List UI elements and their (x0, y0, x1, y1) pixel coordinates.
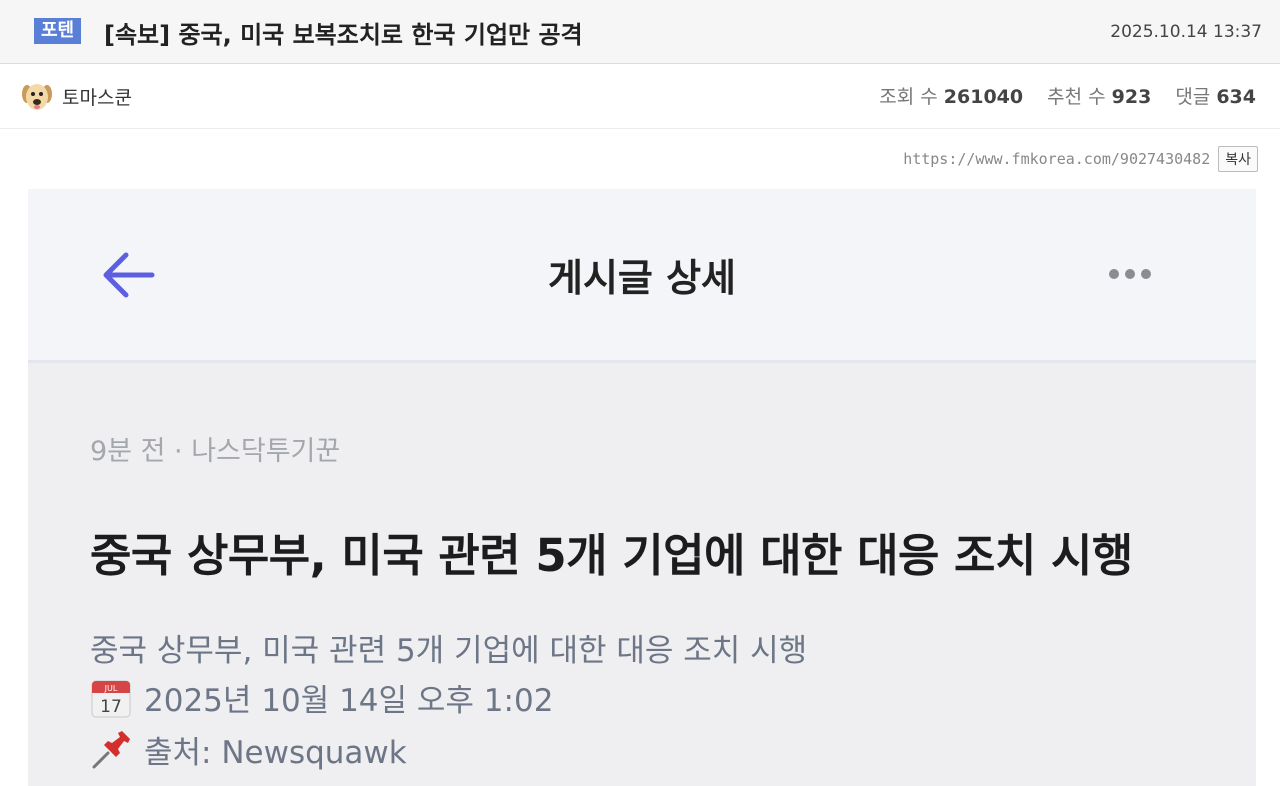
embedded-screenshot: 게시글 상세 9분 전 · 나스닥투기꾼 중국 상무부, 미국 관련 5개 기업… (28, 189, 1256, 786)
views-stat: 조회 수 261040 (879, 82, 1023, 109)
date-text: 2025년 10월 14일 오후 1:02 (144, 683, 554, 719)
calendar-icon: JUL 17 (91, 680, 131, 717)
views-label: 조회 수 (879, 86, 938, 108)
comments-label: 댓글 (1175, 86, 1211, 108)
more-dots-icon[interactable] (1108, 267, 1152, 281)
calendar-month: JUL (104, 684, 118, 693)
app-bar: 게시글 상세 (28, 189, 1256, 363)
post-title: [속보] 중국, 미국 보복조치로 한국 기업만 공격 (104, 21, 583, 49)
app-title: 게시글 상세 (547, 256, 737, 300)
post-url[interactable]: https://www.fmkorea.com/9027430482 (903, 150, 1210, 168)
recommend-label: 추천 수 (1047, 86, 1106, 108)
comments-stat: 댓글 634 (1175, 82, 1256, 109)
pushpin-icon (92, 730, 130, 768)
dog-avatar[interactable] (20, 79, 54, 113)
source-text: 출처: Newsquawk (144, 735, 407, 771)
author-name[interactable]: 토마스쿤 (62, 83, 132, 110)
post-stats: 조회 수 261040 추천 수 923 댓글 634 (879, 82, 1256, 109)
category-badge[interactable]: 포텐 (34, 18, 82, 44)
news-headline: 중국 상무부, 미국 관련 5개 기업에 대한 대응 조치 시행 (90, 529, 1133, 582)
calendar-day: 17 (100, 697, 122, 717)
post-meta: 9분 전 · 나스닥투기꾼 (90, 436, 341, 467)
date-line: JUL 17 2025년 10월 14일 오후 1:02 (90, 675, 553, 720)
recommend-count: 923 (1111, 86, 1152, 108)
author-row: 토마스쿤 조회 수 261040 추천 수 923 댓글 634 (0, 64, 1280, 129)
copy-url-button[interactable]: 복사 (1218, 146, 1258, 172)
comments-count: 634 (1216, 86, 1256, 108)
source-line: 출처: Newsquawk (90, 727, 407, 772)
share-url-row: https://www.fmkorea.com/9027430482 복사 (903, 146, 1258, 172)
summary-line: 중국 상무부, 미국 관련 5개 기업에 대한 대응 조치 시행 (90, 633, 808, 669)
post-header: 포텐 [속보] 중국, 미국 보복조치로 한국 기업만 공격 2025.10.1… (0, 0, 1280, 64)
post-date: 2025.10.14 13:37 (1110, 22, 1262, 42)
recommend-stat: 추천 수 923 (1047, 82, 1151, 109)
views-count: 261040 (943, 86, 1024, 108)
